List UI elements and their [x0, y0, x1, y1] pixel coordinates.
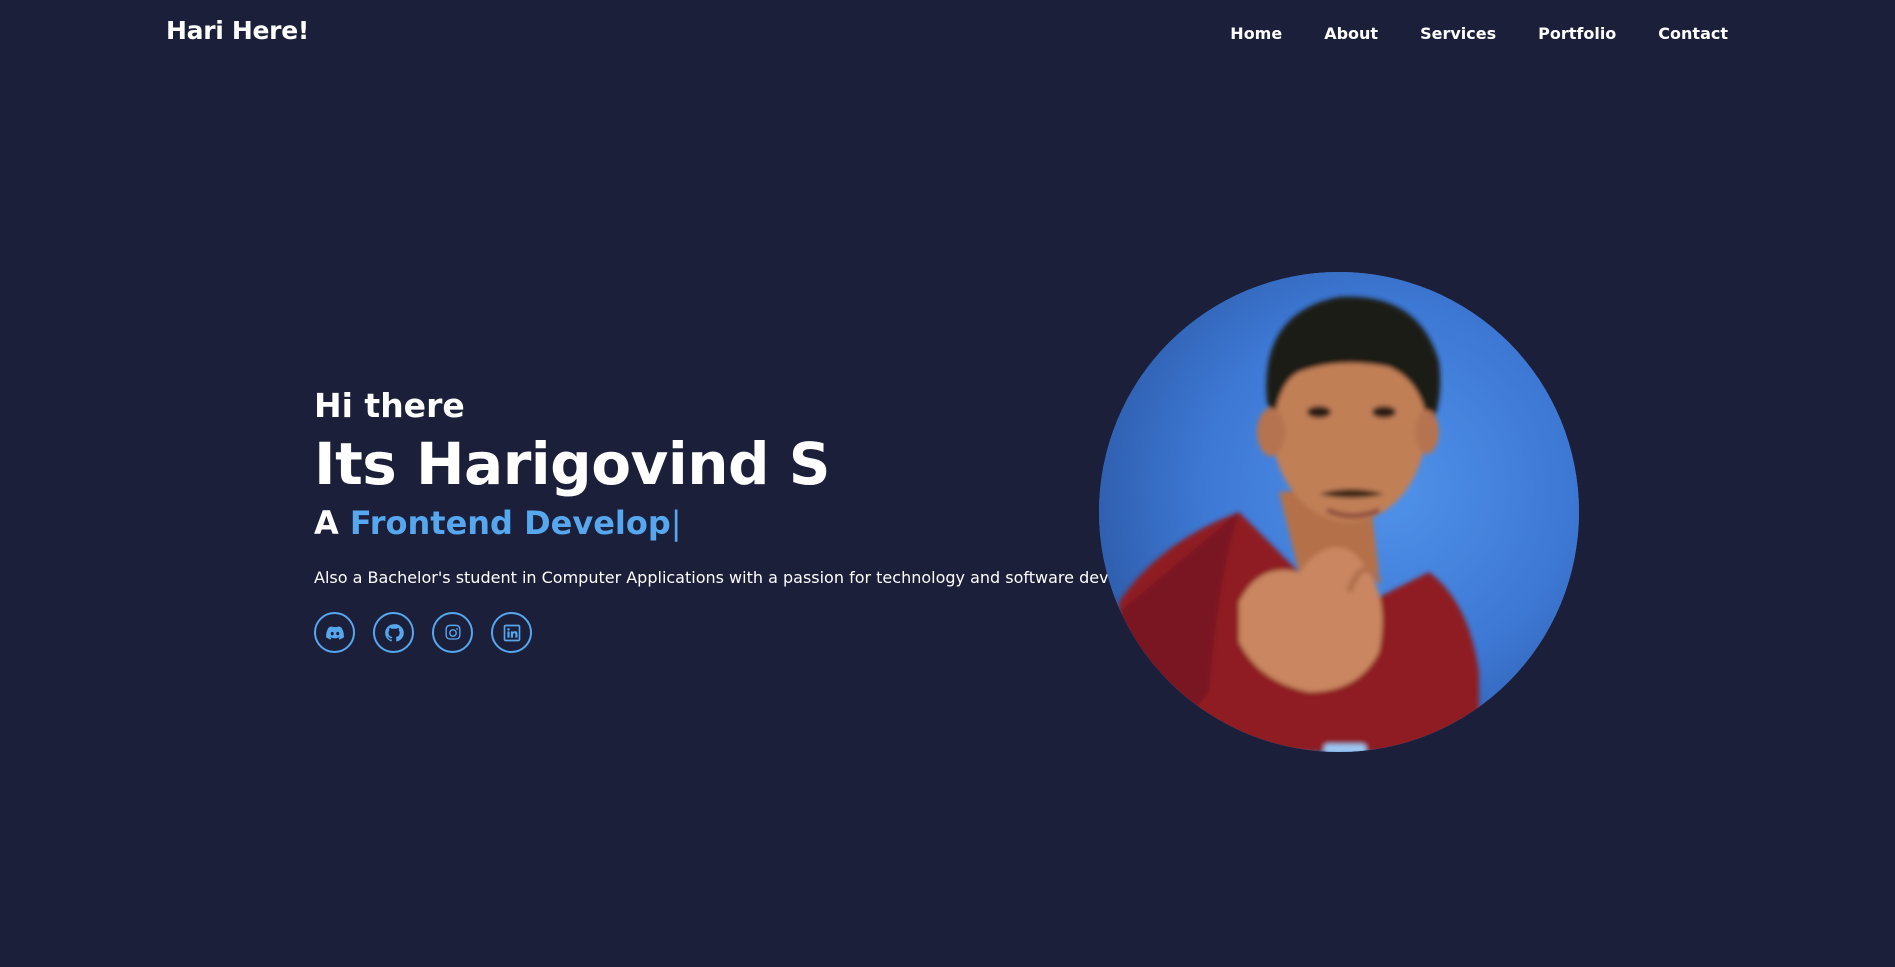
instagram-link[interactable]	[432, 612, 473, 653]
linkedin-icon	[502, 623, 522, 643]
github-icon	[384, 623, 404, 643]
linkedin-link[interactable]	[491, 612, 532, 653]
hero-name: Its Harigovind S	[314, 430, 831, 498]
hero-section: Hi there Its Harigovind S A Frontend Dev…	[314, 384, 1190, 653]
github-link[interactable]	[373, 612, 414, 653]
nav-contact[interactable]: Contact	[1658, 24, 1728, 43]
instagram-icon	[443, 623, 463, 643]
profile-photo	[1099, 272, 1579, 752]
hero-role: A Frontend Develop|	[314, 502, 1114, 544]
discord-link[interactable]	[314, 612, 355, 653]
typing-cursor: |	[670, 504, 682, 542]
social-links	[314, 612, 1114, 653]
nav-services[interactable]: Services	[1420, 24, 1496, 43]
role-prefix: A	[314, 504, 350, 542]
nav-portfolio[interactable]: Portfolio	[1538, 24, 1616, 43]
profile-portrait-image	[1099, 272, 1579, 752]
site-header: Hari Here! Home About Services Portfolio…	[0, 0, 1895, 70]
discord-icon	[325, 623, 345, 643]
site-logo[interactable]: Hari Here!	[166, 16, 309, 45]
role-typed-text: Frontend Develop	[349, 504, 671, 542]
main-nav: Home About Services Portfolio Contact	[1230, 24, 1728, 43]
nav-home[interactable]: Home	[1230, 24, 1282, 43]
hero-greeting: Hi there	[314, 386, 465, 425]
hero-description: Also a Bachelor's student in Computer Ap…	[314, 568, 1190, 587]
nav-about[interactable]: About	[1324, 24, 1378, 43]
